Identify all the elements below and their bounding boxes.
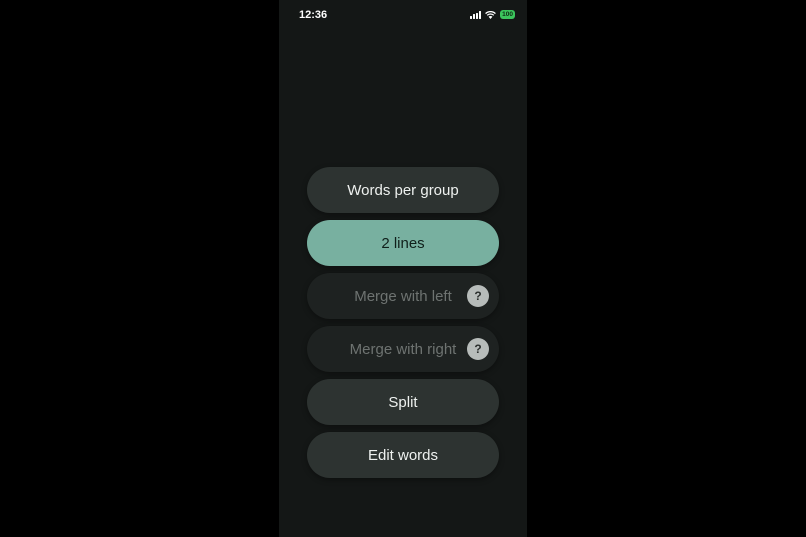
wifi-icon (485, 10, 496, 19)
merge-left-button[interactable]: Merge with left ? (307, 273, 499, 319)
merge-right-button[interactable]: Merge with right ? (307, 326, 499, 372)
split-label: Split (388, 393, 418, 411)
status-bar: 12:36 100 (279, 0, 527, 32)
edit-words-button[interactable]: Edit words (307, 432, 499, 478)
action-menu: Words per group 2 lines Merge with left … (307, 167, 499, 485)
battery-icon: 100 (500, 10, 515, 19)
split-button[interactable]: Split (307, 379, 499, 425)
status-time: 12:36 (299, 9, 328, 21)
merge-left-label: Merge with left (354, 287, 452, 305)
phone-screen: 12:36 100 Words per group 2 lines Merge … (279, 0, 527, 537)
lines-label: 2 lines (381, 234, 425, 252)
help-icon[interactable]: ? (467, 285, 489, 307)
help-icon[interactable]: ? (467, 338, 489, 360)
words-per-group-button[interactable]: Words per group (307, 167, 499, 213)
status-icons: 100 (470, 10, 515, 19)
signal-icon (470, 10, 482, 19)
lines-button[interactable]: 2 lines (307, 220, 499, 266)
words-per-group-label: Words per group (347, 181, 459, 199)
merge-right-label: Merge with right (349, 340, 457, 358)
edit-words-label: Edit words (367, 446, 439, 464)
